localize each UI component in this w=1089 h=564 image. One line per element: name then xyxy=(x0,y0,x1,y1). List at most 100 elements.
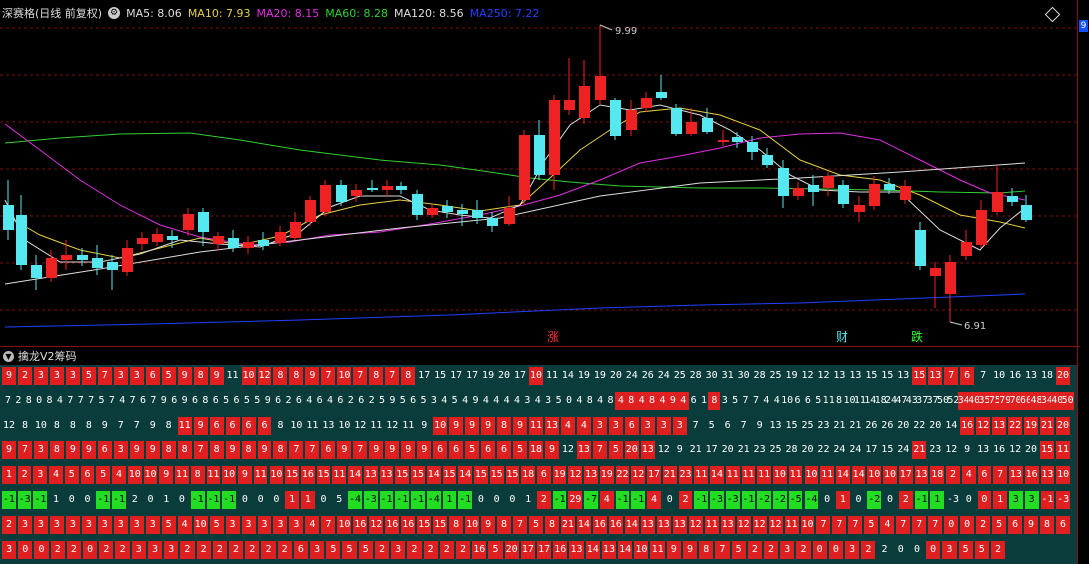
grid-cell: 5 xyxy=(161,367,176,385)
grid-cell: 11 xyxy=(650,540,665,559)
grid-cell: 15 xyxy=(442,466,457,485)
candle-body xyxy=(487,218,498,226)
collapse-icon[interactable]: ▼ xyxy=(3,350,14,362)
grid-cell: 7 xyxy=(353,367,368,385)
grid-cell: 11 xyxy=(741,466,756,485)
grid-cell: 16 xyxy=(472,540,487,559)
grid-cell: 11 xyxy=(253,466,268,485)
candle-body xyxy=(305,200,316,222)
grid-cell: 10 xyxy=(34,419,47,431)
grid-cell: 26 xyxy=(865,419,878,431)
grid-cell: 2 xyxy=(17,466,32,485)
indicator-title[interactable]: 擒龙V2筹码 xyxy=(18,348,77,364)
grid-cell: 2 xyxy=(990,540,1006,559)
grid-cell: 24 xyxy=(897,444,910,456)
grid-cell: 7 xyxy=(289,441,304,460)
candle-body xyxy=(198,212,209,232)
grid-cell: 7 xyxy=(928,515,943,534)
grid-cell: 9 xyxy=(964,444,971,456)
grid-cell: 9 xyxy=(337,441,352,460)
grid-cell: 24 xyxy=(849,444,862,456)
grid-cell: 23 xyxy=(678,466,693,485)
grid-cell: 6 xyxy=(257,416,272,435)
grid-cell: -3 xyxy=(1056,491,1070,509)
grid-cell: 6 xyxy=(293,540,309,559)
grid-cell: 1 xyxy=(442,491,457,509)
grid-cell: 15 xyxy=(411,466,425,485)
grid-cell: 0 xyxy=(965,494,972,505)
right-strip-label[interactable]: 9 xyxy=(1079,20,1088,32)
grid-cell: -4 xyxy=(348,491,362,509)
grid-cell: 6 xyxy=(241,416,256,435)
candle-body xyxy=(183,214,194,230)
candle-body xyxy=(457,210,468,214)
grid-cell: 8 xyxy=(369,367,384,385)
grid-cell: 15 xyxy=(395,466,410,485)
grid-cell: 19 xyxy=(785,370,798,381)
grid-cell: 3 xyxy=(391,540,406,559)
grid-cell: 14 xyxy=(945,419,958,431)
grid-cell: 19 xyxy=(577,370,590,381)
grid-cell: 13 xyxy=(1009,466,1023,485)
grid-cell: 13 xyxy=(672,515,687,534)
grid-cell: 30 xyxy=(705,370,718,381)
grid-cell: 10 xyxy=(1056,466,1070,485)
grid-cell: 1 xyxy=(835,491,850,509)
grid-cell: 8 xyxy=(193,367,208,385)
grid-cell: 9 xyxy=(676,444,683,456)
grid-cell: 6 xyxy=(537,466,551,485)
grid-cell: 13 xyxy=(769,419,782,431)
grid-cell: -4 xyxy=(804,491,819,509)
grid-cell: 13 xyxy=(849,370,862,381)
grid-cell: 8 xyxy=(161,441,176,460)
grid-cell: 13 xyxy=(928,367,943,385)
grid-cell: 5 xyxy=(209,515,224,534)
grid-cell: 25 xyxy=(769,444,782,456)
grid-cell: 8 xyxy=(401,367,416,385)
candle-body xyxy=(747,142,758,152)
candle-body xyxy=(564,100,575,110)
grid-cell: 0 xyxy=(257,494,264,505)
grid-cell: 9 xyxy=(149,419,156,431)
grid-cell: 20 xyxy=(1025,444,1038,456)
candle-body xyxy=(122,248,133,272)
grid-cell: 20 xyxy=(929,419,942,431)
candle-body xyxy=(46,258,57,278)
candle-body xyxy=(732,137,743,142)
grid-cell: 18 xyxy=(1041,370,1054,381)
grid-cell: 14 xyxy=(710,466,724,485)
grid-cell: 10 xyxy=(993,370,1006,381)
grid-cell: -1 xyxy=(914,491,929,509)
grid-cell: 13 xyxy=(544,416,559,435)
grid-cell: 10 xyxy=(241,367,256,385)
grid-cell: 10 xyxy=(290,419,303,431)
grid-cell: 17 xyxy=(418,370,431,381)
grid-cell: 2 xyxy=(423,540,438,559)
grid-row: -1 -3 -1 1 0 0 -1 -1 2 0 1 0 -1 -1 -1 0 0 0 1 1 0 5 -4 -3 -1 -1 -1… xyxy=(0,489,1077,511)
grid-cell: -1 xyxy=(190,491,205,509)
grid-cell: 25 xyxy=(673,370,686,381)
grid-cell: 11 xyxy=(529,416,543,435)
grid-cell: 3 xyxy=(241,515,256,534)
grid-cell: 17 xyxy=(647,466,661,485)
grid-cell: 6 xyxy=(80,466,95,485)
grid-cell: 9 xyxy=(145,441,160,460)
gear-icon[interactable]: ⚙ xyxy=(108,7,121,19)
grid-cell: 9 xyxy=(65,441,80,460)
grid-cell: 16 xyxy=(553,540,568,559)
grid-cell: 4 xyxy=(599,491,614,509)
grid-cell: 10 xyxy=(433,416,448,435)
grid-cell: 20 xyxy=(624,441,639,460)
grid-cell: 9 xyxy=(129,441,144,460)
grid-cell: 9 xyxy=(159,466,174,485)
grid-cell: -3 xyxy=(725,491,740,509)
candlestick-chart[interactable]: 9.99 6.91 涨 财 跌 xyxy=(0,0,1077,346)
price-plot[interactable]: 9.99 6.91 涨 财 跌 xyxy=(0,0,1077,346)
grid-cell: 9 xyxy=(513,416,527,435)
grid-cell: 4 xyxy=(576,416,591,435)
stock-name[interactable]: 深赛格(日线 前复权) xyxy=(2,5,102,21)
candle-body xyxy=(686,122,697,134)
grid-cell: 2 xyxy=(180,540,195,559)
grid-cell: 6 xyxy=(145,367,160,385)
grid-cell: 3 xyxy=(780,540,795,559)
